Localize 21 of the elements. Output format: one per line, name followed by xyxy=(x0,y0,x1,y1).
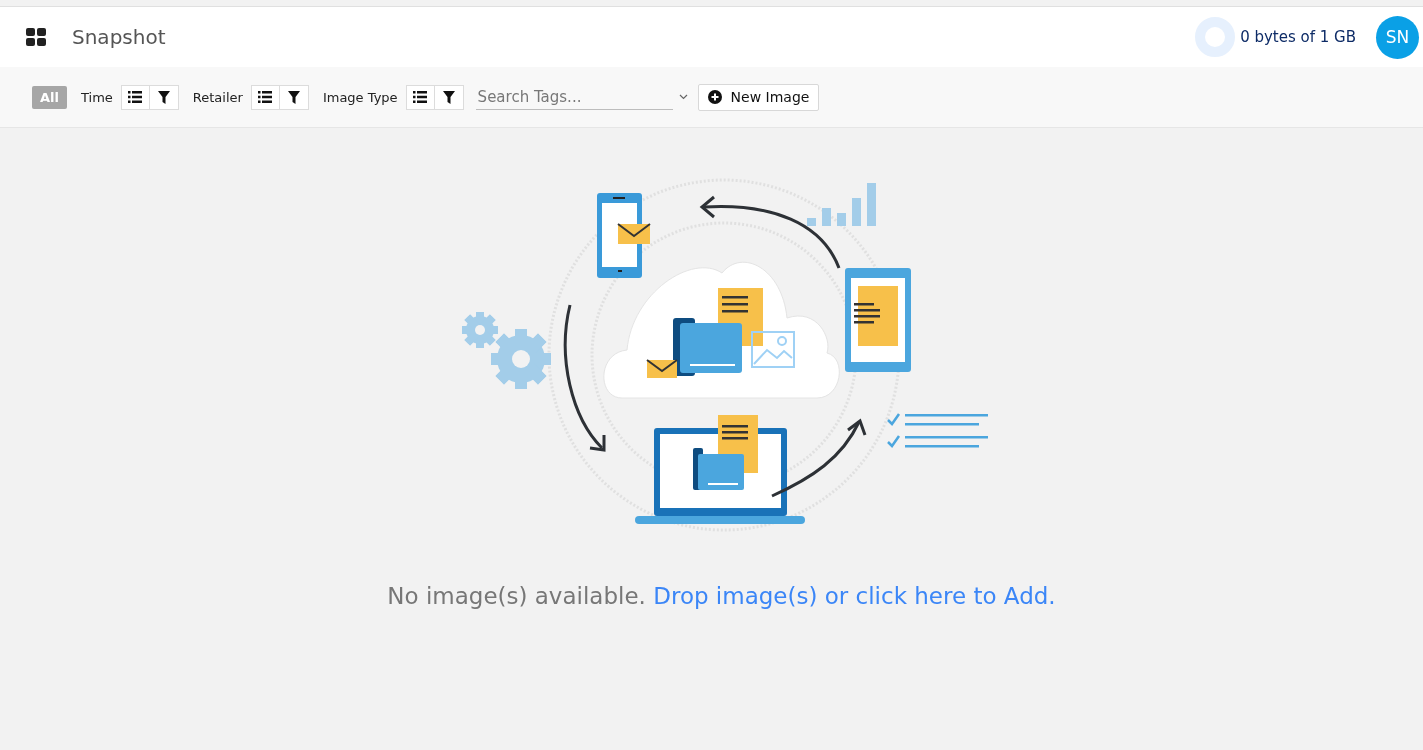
all-filter-button[interactable]: All xyxy=(32,85,67,109)
add-image-link[interactable]: Drop image(s) or click here to Add. xyxy=(653,583,1056,609)
filter-icon[interactable] xyxy=(149,84,179,110)
user-avatar[interactable]: SN xyxy=(1376,15,1419,59)
storage-usage-text: 0 bytes of 1 GB xyxy=(1240,28,1356,46)
app-title: Snapshot xyxy=(72,25,166,49)
caret-icon[interactable] xyxy=(678,94,688,100)
filter-label: Time xyxy=(81,89,113,105)
new-image-button[interactable]: New Image xyxy=(697,83,820,111)
list-icon[interactable] xyxy=(405,84,435,110)
filter-label: Image Type xyxy=(322,89,398,105)
list-icon[interactable] xyxy=(250,84,280,110)
apps-grid-icon[interactable] xyxy=(26,28,46,46)
empty-state-message: No image(s) available. Drop image(s) or click here to Add. xyxy=(387,583,1056,609)
filter-label: Retailer xyxy=(192,89,243,105)
storage-ring-icon xyxy=(1194,16,1237,58)
filter-icon[interactable] xyxy=(434,84,464,110)
list-icon[interactable] xyxy=(120,84,150,110)
plus-circle-icon xyxy=(707,90,722,104)
filter-icon[interactable] xyxy=(279,84,309,110)
search-tags-field[interactable]: Search Tags... xyxy=(475,84,673,110)
